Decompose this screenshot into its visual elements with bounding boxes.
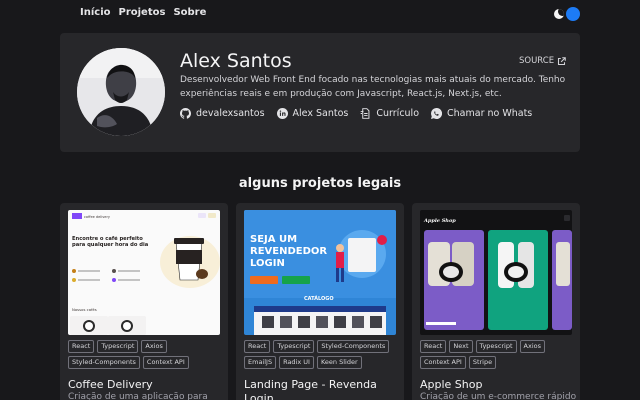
- curriculo-link[interactable]: Currículo: [360, 108, 419, 119]
- source-link[interactable]: SOURCE: [519, 56, 566, 66]
- tag: Axios: [519, 340, 546, 353]
- tag: Context API: [142, 356, 189, 369]
- project-tags: React Typescript Styled-Components Email…: [244, 340, 400, 369]
- whatsapp-link[interactable]: Chamar no Whats: [431, 108, 532, 119]
- tag: Stripe: [468, 356, 497, 369]
- project-title: Coffee Delivery: [68, 378, 153, 391]
- tag: Keen Slider: [316, 356, 362, 369]
- profile-name: Alex Santos: [180, 50, 292, 72]
- tag: Radix UI: [279, 356, 314, 369]
- curriculo-label: Currículo: [376, 108, 420, 119]
- project-tags: React Typescript Axios Styled-Components…: [68, 340, 224, 369]
- source-label: SOURCE: [519, 56, 555, 66]
- profile-bio: Desenvolvedor Web Front End focado nas t…: [180, 75, 566, 99]
- tag: React: [244, 340, 271, 353]
- whatsapp-icon: [431, 108, 443, 119]
- linkedin-link[interactable]: Alex Santos: [276, 108, 349, 119]
- projects-section-title: alguns projetos legais: [238, 176, 402, 191]
- tag: Typescript: [475, 340, 517, 353]
- github-label: devalexsantos: [196, 108, 265, 119]
- github-link[interactable]: devalexsantos: [180, 108, 265, 119]
- tag: React: [68, 340, 95, 353]
- linkedin-label: Alex Santos: [292, 108, 349, 119]
- nav-link-sobre[interactable]: Sobre: [173, 7, 206, 18]
- tag: React: [420, 340, 447, 353]
- profile-links: devalexsantos Alex Santos Currículo Cham…: [180, 108, 532, 119]
- nav-link-inicio[interactable]: Início: [80, 7, 111, 18]
- tag: Styled-Components: [68, 356, 140, 369]
- project-description: Criação de um e-commerce rápido: [420, 392, 577, 400]
- tag: Styled-Components: [317, 340, 390, 353]
- theme-toggle-knob: [566, 7, 580, 21]
- document-icon: [361, 108, 370, 119]
- avatar: [77, 48, 165, 136]
- project-thumbnail: coffee delivery Encontre o café perfeito…: [68, 210, 220, 335]
- tag: EmailJS: [244, 356, 277, 369]
- thumb-logo: Apple Shop: [423, 218, 456, 224]
- nav-link-projetos[interactable]: Projetos: [119, 7, 166, 18]
- top-nav: Início Projetos Sobre: [0, 0, 640, 28]
- project-tags: React Next Typescript Axios Context API …: [420, 340, 576, 369]
- tag: Axios: [141, 340, 167, 353]
- thumb-headline: SEJA UM REVENDEDOR LOGIN: [250, 234, 328, 269]
- tag: Context API: [420, 356, 466, 369]
- moon-icon: [554, 9, 564, 19]
- thumb-section: Nossos cafés: [72, 307, 97, 312]
- project-title-line2: Login: [244, 392, 274, 400]
- project-card-coffee-delivery[interactable]: coffee delivery Encontre o café perfeito…: [60, 203, 228, 400]
- external-link-icon: [558, 56, 566, 65]
- project-card-landing-page[interactable]: SEJA UM REVENDEDOR LOGIN CATÁLOGO: [236, 203, 404, 400]
- profile-card: Alex Santos SOURCE Desenvolvedor Web Fro…: [60, 33, 580, 152]
- project-card-apple-shop[interactable]: Apple Shop: [412, 203, 580, 400]
- tag: Typescript: [273, 340, 315, 353]
- project-description: Criação de uma aplicação para: [68, 392, 208, 400]
- theme-toggle[interactable]: [554, 7, 580, 21]
- project-thumbnail: Apple Shop: [420, 210, 572, 335]
- whatsapp-label: Chamar no Whats: [447, 108, 533, 119]
- tag: Typescript: [97, 340, 139, 353]
- thumb-section: CATÁLOGO: [304, 295, 334, 302]
- project-thumbnail: SEJA UM REVENDEDOR LOGIN CATÁLOGO: [244, 210, 396, 335]
- tag: Next: [449, 340, 473, 353]
- project-title: Landing Page - Revenda: [244, 378, 377, 391]
- linkedin-icon: [276, 108, 288, 119]
- thumb-headline: Encontre o café perfeito para qualquer h…: [72, 236, 149, 248]
- github-icon: [180, 108, 191, 119]
- nav-links: Início Projetos Sobre: [80, 7, 206, 18]
- thumb-logo: coffee delivery: [84, 215, 110, 219]
- project-title: Apple Shop: [420, 378, 483, 391]
